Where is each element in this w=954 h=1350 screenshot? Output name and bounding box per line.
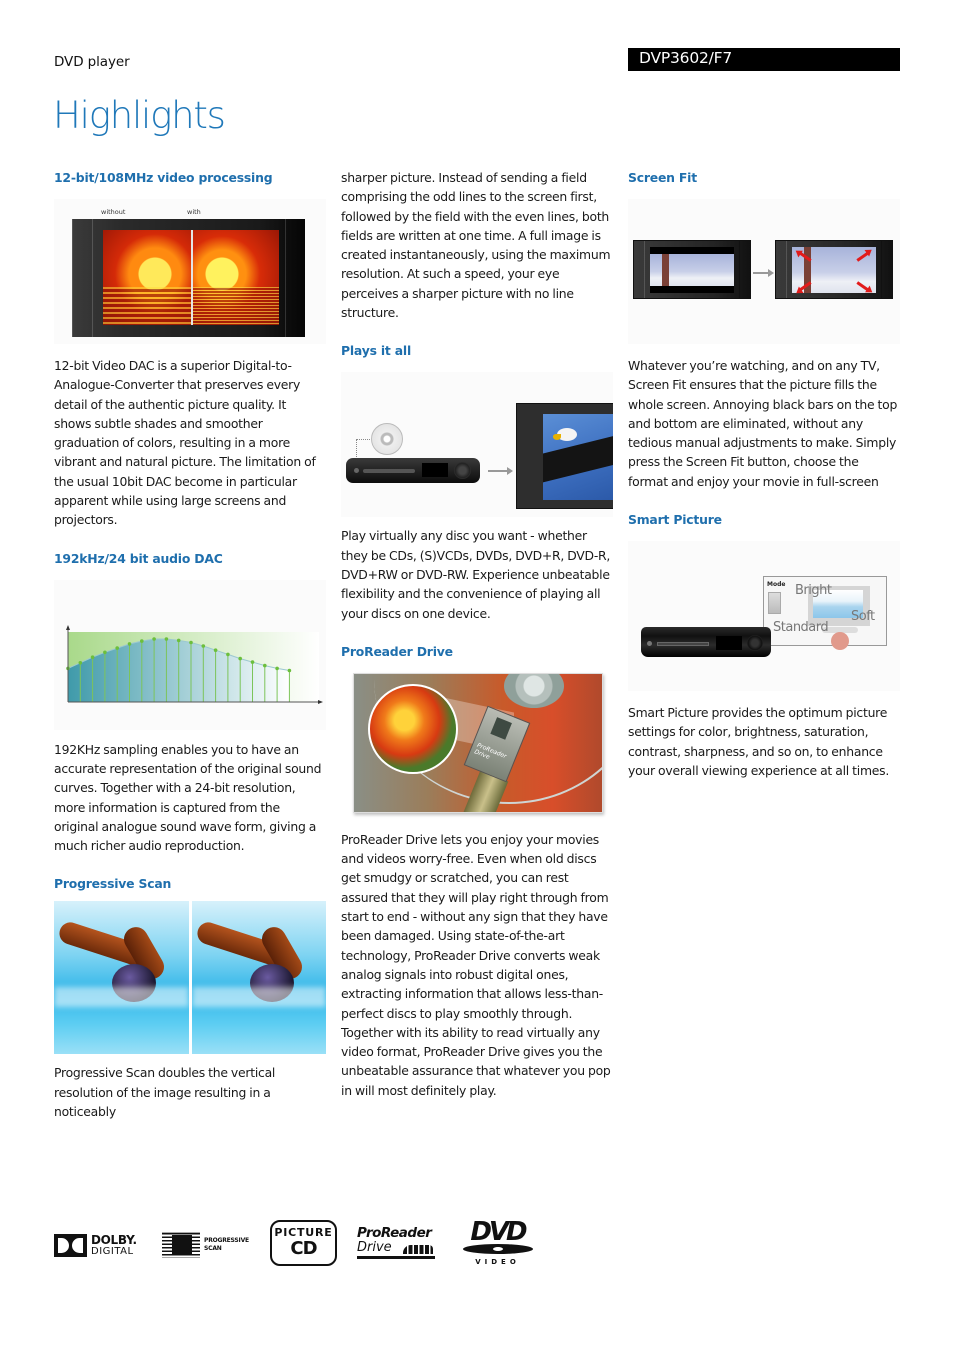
sample-point bbox=[238, 656, 242, 661]
swimmer-progressive bbox=[191, 901, 326, 1055]
heading-proreader-drive: ProReader Drive bbox=[341, 643, 453, 659]
picture-cd-logo: PICTURE CD bbox=[270, 1220, 337, 1266]
heading-audio-dac: 192kHz/24 bit audio DAC bbox=[54, 550, 223, 566]
proreader-text: ProReader Drive lets you enjoy your movi… bbox=[341, 831, 611, 1098]
tv-fullscreen bbox=[775, 240, 893, 299]
progressive-scan-text-continued: sharper picture. Instead of sending a fi… bbox=[341, 170, 611, 321]
sunset-without bbox=[103, 230, 191, 325]
tv-frame bbox=[72, 219, 305, 337]
proreader-illustration: ProReader Drive bbox=[353, 672, 603, 813]
option-bright: Bright bbox=[795, 583, 832, 599]
heading-smart-picture: Smart Picture bbox=[628, 512, 722, 528]
screen-fit-illustration bbox=[628, 199, 900, 344]
smart-picture-text: Smart Picture provides the optimum pictu… bbox=[628, 705, 890, 778]
product-type: DVD player bbox=[54, 54, 130, 70]
column-2: sharper picture. Instead of sending a fi… bbox=[341, 168, 613, 1100]
dolby-digital-logo: DOLBY. DIGITAL bbox=[54, 1234, 137, 1257]
picture-mode-menu: Mode Bright Soft Standard bbox=[763, 576, 887, 651]
sample-point bbox=[176, 638, 181, 642]
sample-point bbox=[213, 648, 218, 652]
tv-letterboxed bbox=[633, 240, 751, 299]
sunset-with bbox=[191, 230, 279, 325]
scan-lines-icon bbox=[162, 1232, 200, 1258]
sample-point bbox=[287, 668, 292, 672]
dvd-player-graphic bbox=[346, 458, 480, 484]
double-d-icon bbox=[54, 1234, 87, 1257]
label-without: without bbox=[101, 208, 126, 216]
heading-screen-fit: Screen Fit bbox=[628, 170, 697, 185]
swimmer-interlaced bbox=[54, 901, 189, 1055]
sample-point bbox=[115, 645, 119, 650]
plays-it-all-text: Play virtually any disc you want - wheth… bbox=[341, 528, 611, 621]
label-with: with bbox=[187, 208, 201, 216]
progressive-scan-illustration bbox=[54, 901, 326, 1055]
sample-point bbox=[164, 636, 169, 641]
sample-point bbox=[189, 640, 193, 644]
feature-logos: DOLBY. DIGITAL PROGRESSIVE SCAN PICTURE C… bbox=[54, 1219, 554, 1270]
video-processing-illustration: without with bbox=[54, 199, 326, 344]
sample-point bbox=[152, 636, 156, 641]
heading-progressive-scan: Progressive Scan bbox=[54, 876, 172, 892]
sample-point bbox=[140, 638, 144, 643]
arrow-icon bbox=[753, 269, 774, 276]
dvd-video-logo: DVD VIDEO bbox=[460, 1219, 535, 1266]
disc-ellipse-icon bbox=[462, 1244, 533, 1254]
audio-sampling-illustration bbox=[54, 579, 326, 730]
progressive-scan-text: Progressive Scan doubles the vertical re… bbox=[54, 1065, 276, 1120]
sample-point bbox=[127, 641, 132, 646]
sample-point bbox=[263, 663, 267, 668]
drive-stripes-icon bbox=[403, 1245, 433, 1254]
tulip-zoom-circle bbox=[368, 683, 458, 774]
model-number-bar: DVP3602/F7 bbox=[628, 48, 900, 71]
sample-point bbox=[250, 659, 255, 664]
column-3: Screen Fit Whatever you’re watching, and… bbox=[628, 168, 900, 780]
audio-dac-text: 192KHz sampling enables you to have an a… bbox=[54, 741, 322, 854]
x-axis-arrow-icon bbox=[318, 699, 323, 704]
audio-wave-graphic bbox=[66, 624, 323, 704]
menu-title: Mode bbox=[767, 581, 786, 589]
screen-fit-text: Whatever you’re watching, and on any TV,… bbox=[628, 358, 898, 489]
heading-video-processing: 12-bit/108MHz video processing bbox=[54, 170, 273, 185]
option-soft: Soft bbox=[851, 609, 875, 625]
sample-point bbox=[275, 666, 279, 670]
sample-point bbox=[78, 660, 83, 665]
sample-point bbox=[90, 655, 95, 659]
smart-picture-illustration: Mode Bright Soft Standard bbox=[628, 541, 900, 692]
sample-point bbox=[201, 643, 206, 648]
dvd-player-graphic bbox=[641, 627, 771, 658]
progressive-scan-logo: PROGRESSIVE SCAN bbox=[162, 1232, 249, 1258]
sample-point bbox=[226, 652, 230, 656]
column-1: 12-bit/108MHz video processing without w… bbox=[54, 168, 326, 1121]
disc-icon bbox=[371, 423, 403, 456]
mode-button-icon bbox=[768, 592, 781, 615]
page-title: Highlights bbox=[53, 94, 226, 137]
arrow-icon bbox=[488, 467, 513, 474]
y-axis-arrow-icon bbox=[66, 624, 70, 630]
heading-plays-it-all: Plays it all bbox=[341, 343, 412, 359]
proreader-drive-logo: ProReader Drive bbox=[357, 1226, 435, 1259]
plays-it-all-illustration bbox=[341, 372, 613, 518]
option-standard: Standard bbox=[773, 620, 829, 636]
video-processing-text: 12-bit Video DAC is a superior Digital-t… bbox=[54, 358, 316, 528]
sample-point bbox=[103, 650, 107, 654]
tv-eagle-graphic bbox=[516, 403, 613, 510]
